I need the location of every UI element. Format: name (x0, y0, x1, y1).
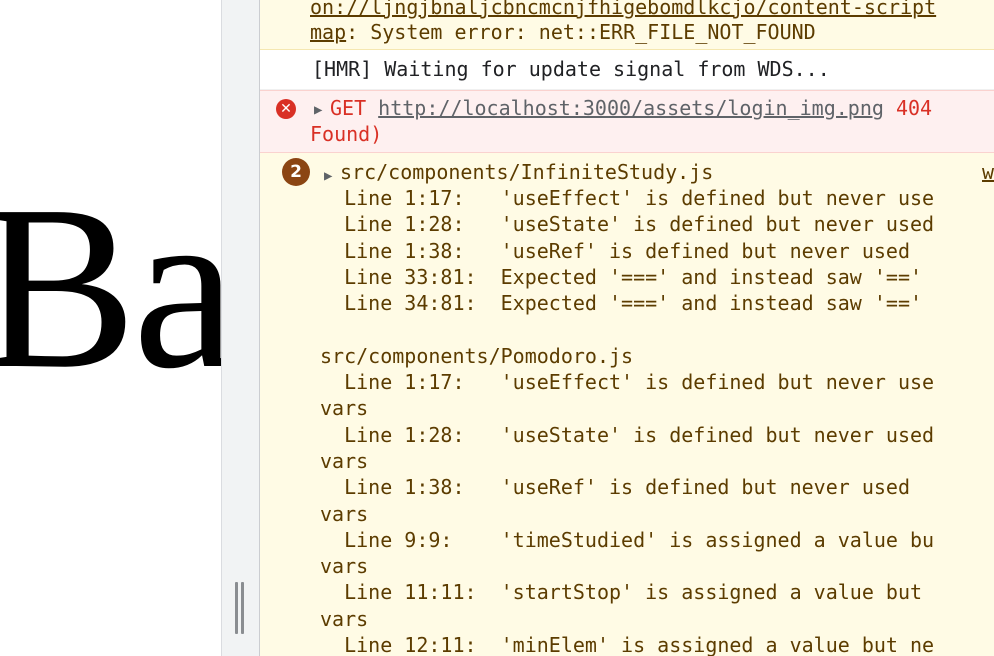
source-map-url[interactable]: on://ljngjbnaljcbncmcnjfhigebomdlkcjo/co… (310, 0, 936, 21)
error-continuation: Found) (310, 122, 383, 146)
console-log-message: [HMR] Waiting for update signal from WDS… (260, 50, 994, 90)
http-method: GET (330, 96, 367, 120)
warning-line: Line 33:81: Expected '===' and instead s… (320, 264, 923, 289)
warning-line: Line 11:11: 'startStop' is assigned a va… (320, 580, 923, 605)
warning-line: Line 1:38: 'useRef' is defined but never… (320, 238, 911, 263)
warning-source-link[interactable]: w (982, 159, 994, 186)
source-map-error-line: map: System error: net::ERR_FILE_NOT_FOU… (310, 19, 816, 46)
warning-line: Line 9:9: 'timeStudied' is assigned a va… (320, 527, 935, 552)
warning-line: vars (320, 554, 369, 579)
drag-handle-icon[interactable] (235, 582, 245, 634)
warning-line: Line 1:17: 'useEffect' is defined but ne… (320, 186, 935, 210)
warning-line: vars (320, 396, 369, 421)
error-request-line: GET http://localhost:3000/assets/login_i… (330, 95, 932, 122)
warning-line: Line 34:81: Expected '===' and instead s… (320, 291, 923, 316)
warning-line (320, 316, 934, 342)
console-warning-message: on://ljngjbnaljcbncmcnjfhigebomdlkcjo/co… (260, 0, 994, 50)
source-map-error-text: : System error: net::ERR_FILE_NOT_FOUND (346, 20, 816, 44)
console-error-message: ✕ ▶ GET http://localhost:3000/assets/log… (260, 90, 994, 153)
panel-splitter[interactable] (221, 0, 260, 656)
hmr-log-text: [HMR] Waiting for update signal from WDS… (312, 57, 830, 81)
console-warning-group: 2 ▶ src/components/InfiniteStudy.js w Li… (260, 153, 994, 656)
page-heading-text: Ba (0, 157, 221, 417)
warning-line: Line 1:17: 'useEffect' is defined but ne… (320, 370, 935, 395)
warning-line: Line 1:28: 'useState' is defined but nev… (320, 422, 935, 447)
warning-line: vars (320, 501, 369, 526)
warning-line: Line 12:11: 'minElem' is assigned a valu… (320, 633, 935, 656)
warning-line: vars (320, 606, 369, 631)
warning-details: Line 1:17: 'useEffect' is defined but ne… (320, 185, 934, 656)
request-url-link[interactable]: http://localhost:3000/assets/login_img.p… (378, 96, 884, 120)
expand-triangle-icon[interactable]: ▶ (314, 97, 322, 124)
devtools-console: on://ljngjbnaljcbncmcnjfhigebomdlkcjo/co… (260, 0, 994, 656)
page-viewport: Ba (0, 0, 221, 656)
warning-line: Line 1:38: 'useRef' is defined but never… (320, 475, 911, 500)
error-icon: ✕ (276, 99, 296, 119)
warning-line: vars (320, 448, 369, 473)
warning-line: src/components/Pomodoro.js (320, 343, 634, 368)
warning-line: Line 1:28: 'useState' is defined but nev… (320, 212, 935, 237)
status-code: 404 (895, 96, 933, 120)
warning-count-badge: 2 (282, 158, 310, 186)
source-map-link[interactable]: map (310, 20, 346, 44)
warning-file-header[interactable]: src/components/InfiniteStudy.js (340, 159, 713, 186)
